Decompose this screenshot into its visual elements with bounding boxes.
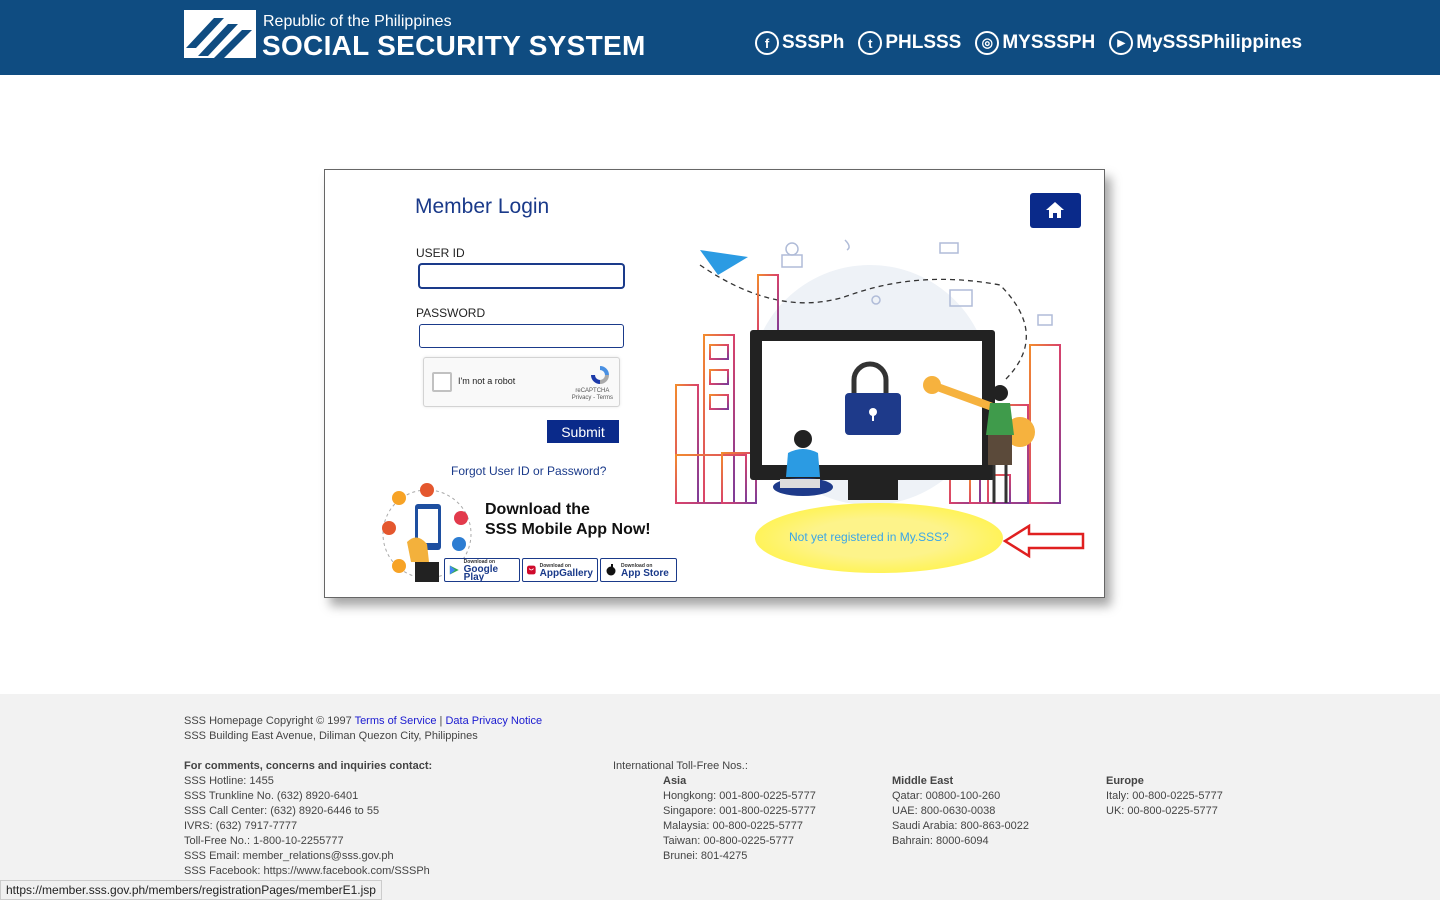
intl-heading: International Toll-Free Nos.:	[613, 760, 748, 772]
twitter-icon: t	[858, 31, 883, 55]
recaptcha-icon	[591, 366, 609, 384]
republic-label: Republic of the Philippines	[263, 13, 452, 30]
asia-item: Singapore: 001-800-0225-5777	[663, 805, 816, 817]
europe-item: Italy: 00-800-0225-5777	[1106, 790, 1223, 802]
recaptcha-label: I'm not a robot	[458, 376, 516, 386]
contact-heading: For comments, concerns and inquiries con…	[184, 760, 433, 772]
google-play-button[interactable]: Download on Google Play	[444, 558, 520, 583]
recaptcha-widget: I'm not a robot reCAPTCHA Privacy - Term…	[423, 357, 620, 407]
app-store-button[interactable]: Download on App Store	[600, 558, 677, 582]
twitter-label: PHLSSS	[885, 32, 962, 53]
forgot-password-link[interactable]: Forgot User ID or Password?	[451, 464, 606, 478]
contact-item: Toll-Free No.: 1-800-10-2255777	[184, 835, 344, 847]
footer-separator: |	[439, 715, 443, 727]
recaptcha-links[interactable]: Privacy - Terms	[572, 395, 613, 402]
home-button[interactable]	[1030, 193, 1081, 228]
europe-heading: Europe	[1106, 775, 1144, 787]
password-input[interactable]	[419, 324, 624, 348]
contact-section: For comments, concerns and inquiries con…	[184, 759, 432, 879]
facebook-link[interactable]: f SSSPh	[755, 31, 844, 55]
city-login-illustration	[675, 235, 1070, 505]
facebook-label: SSSPh	[782, 32, 845, 53]
recaptcha-checkbox[interactable]	[432, 372, 452, 392]
app-promo-title: Download the SSS Mobile App Now!	[485, 500, 651, 540]
submit-button[interactable]: Submit	[547, 420, 619, 443]
terms-of-service-link[interactable]: Terms of Service	[355, 715, 437, 727]
middle-east-heading: Middle East	[892, 775, 954, 787]
appgallery-label: AppGallery	[539, 568, 593, 579]
middle-east-section: Middle East Qatar: 00800-100-260 UAE: 80…	[892, 774, 1029, 849]
youtube-label: MySSSPhilippines	[1136, 32, 1303, 53]
recaptcha-brand-text: reCAPTCHA	[575, 388, 610, 394]
asia-item: Brunei: 801-4275	[663, 850, 748, 862]
contact-item: SSS Call Center: (632) 8920-6446 to 55	[184, 805, 380, 817]
password-label: PASSWORD	[416, 306, 486, 320]
asia-item: Taiwan: 00-800-0225-5777	[663, 835, 794, 847]
middle-east-item: UAE: 800-0630-0038	[892, 805, 996, 817]
copyright-text: SSS Homepage Copyright © 1997	[184, 715, 352, 727]
footer-address: SSS Building East Avenue, Diliman Quezon…	[184, 730, 478, 742]
site-header: Republic of the Philippines SOCIAL SECUR…	[0, 0, 1440, 75]
contact-item: SSS Email: member_relations@sss.gov.ph	[184, 850, 394, 862]
youtube-link[interactable]: ▶ MySSSPhilippines	[1109, 31, 1302, 55]
app-promo-line1: Download the	[485, 501, 590, 518]
appgallery-button[interactable]: Download on AppGallery	[522, 558, 598, 582]
recaptcha-brand: reCAPTCHA Privacy - Terms	[572, 388, 613, 402]
social-links: f SSSPh t PHLSSS ◎ MYSSSPH ▶ MySSSPhilip…	[755, 31, 1316, 55]
apple-icon	[606, 564, 616, 576]
europe-item: UK: 00-800-0225-5777	[1106, 805, 1218, 817]
appgallery-icon	[527, 565, 536, 575]
middle-east-item: Bahrain: 8000-6094	[892, 835, 989, 847]
asia-heading: Asia	[663, 775, 687, 787]
google-play-label: Google Play	[463, 564, 499, 583]
user-id-input[interactable]	[419, 264, 624, 288]
app-promo-line2: SSS Mobile App Now!	[485, 521, 651, 538]
google-play-icon	[449, 565, 459, 575]
app-store-label: App Store	[621, 568, 669, 579]
asia-item: Hongkong: 001-800-0225-5777	[663, 790, 816, 802]
contact-item: SSS Facebook: https://www.facebook.com/S…	[184, 865, 430, 877]
instagram-icon: ◎	[975, 31, 1000, 55]
contact-item: SSS Hotline: 1455	[184, 775, 274, 787]
contact-item: IVRS: (632) 7917-7777	[184, 820, 298, 832]
youtube-icon: ▶	[1109, 31, 1134, 55]
twitter-link[interactable]: t PHLSSS	[858, 31, 961, 55]
site-title: SOCIAL SECURITY SYSTEM	[262, 30, 646, 61]
europe-section: Europe Italy: 00-800-0225-5777 UK: 00-80…	[1106, 774, 1223, 819]
home-icon	[1046, 202, 1064, 218]
register-link[interactable]: Not yet registered in My.SSS?	[789, 530, 949, 544]
site-footer: SSS Homepage Copyright © 1997 Terms of S…	[0, 694, 1440, 900]
middle-east-item: Saudi Arabia: 800-863-0022	[892, 820, 1029, 832]
instagram-label: MYSSSPH	[1002, 32, 1096, 53]
login-card: Member Login USER ID PASSWORD I'm not a …	[324, 169, 1105, 598]
footer-copyright: SSS Homepage Copyright © 1997 Terms of S…	[184, 714, 542, 729]
asia-section: Asia Hongkong: 001-800-0225-5777 Singapo…	[663, 774, 816, 864]
browser-status-url: https://member.sss.gov.ph/members/regist…	[0, 880, 382, 900]
instagram-link[interactable]: ◎ MYSSSPH	[975, 31, 1095, 55]
middle-east-item: Qatar: 00800-100-260	[892, 790, 1001, 802]
data-privacy-link[interactable]: Data Privacy Notice	[445, 715, 542, 727]
sss-logo	[184, 10, 256, 64]
red-arrow-annotation	[1003, 523, 1085, 559]
user-id-label: USER ID	[416, 246, 465, 260]
contact-item: SSS Trunkline No. (632) 8920-6401	[184, 790, 359, 802]
asia-item: Malaysia: 00-800-0225-5777	[663, 820, 804, 832]
login-title: Member Login	[415, 195, 550, 218]
facebook-icon: f	[755, 31, 779, 55]
